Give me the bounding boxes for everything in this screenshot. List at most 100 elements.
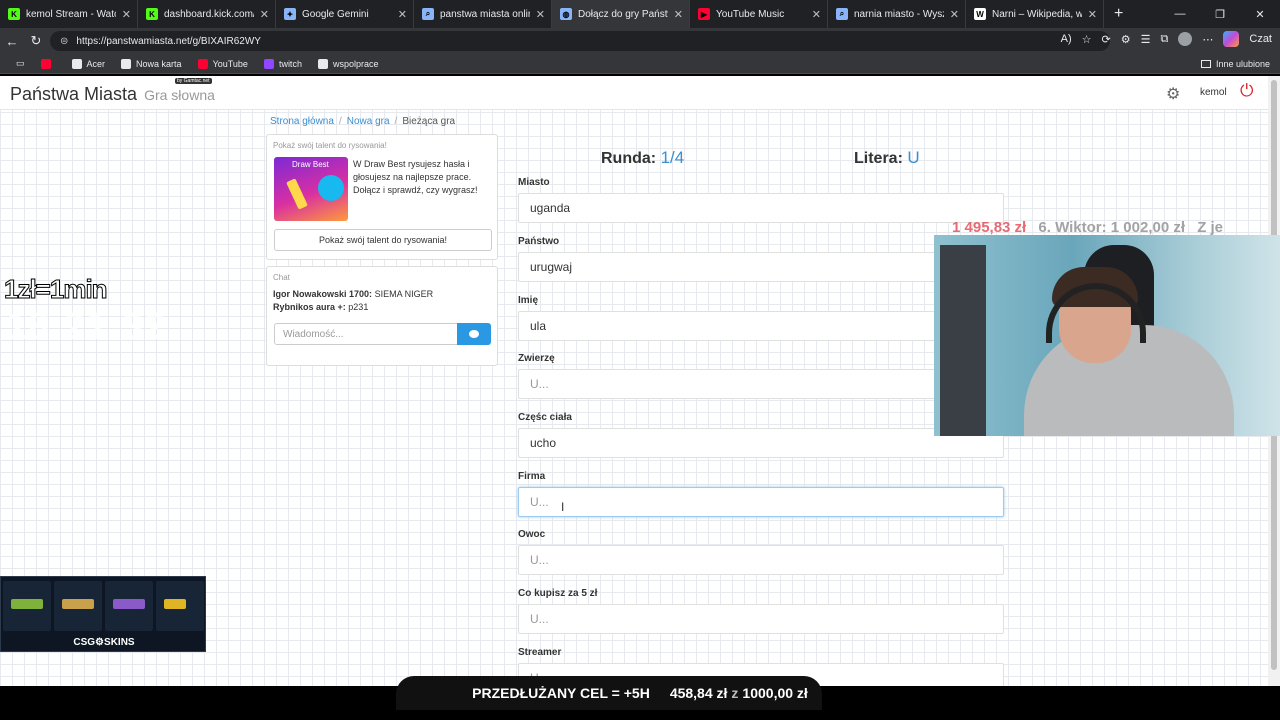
tab-close-icon[interactable]: ✕: [536, 8, 545, 21]
site-info-icon[interactable]: ⊜: [60, 36, 68, 47]
brand-tag: by Gamtac.net: [175, 78, 212, 84]
tab-favicon-icon: W: [974, 8, 986, 20]
reload-icon[interactable]: ↻: [24, 33, 48, 49]
tab-close-icon[interactable]: ✕: [1088, 8, 1097, 21]
favorites-icon[interactable]: ☰: [1141, 33, 1151, 46]
refresh-extension-icon[interactable]: ⟳: [1102, 33, 1111, 46]
copilot-label[interactable]: Czat: [1249, 33, 1272, 45]
bookmark-item[interactable]: wspolprace: [317, 58, 378, 69]
browser-tab[interactable]: ⌕ narnia miasto - Wyszukaj ✕: [828, 0, 966, 28]
goal-target: 1000,00 zł: [742, 685, 808, 701]
site-brand[interactable]: Państwa Miasta Gra słowna: [10, 84, 215, 105]
answer-input[interactable]: U...: [518, 369, 1004, 399]
breadcrumb: Strona główna / Nowa gra / Bieżąca gra: [270, 116, 456, 127]
tab-close-icon[interactable]: ✕: [950, 8, 959, 21]
tab-favicon-icon: K: [146, 8, 158, 20]
tab-favicon-icon: ▶: [698, 8, 710, 20]
url-input[interactable]: ⊜ https://panstwamiasta.net/g/BIXAIR62WY: [50, 31, 1110, 51]
tab-title: dashboard.kick.com/stream: [164, 8, 254, 20]
draw-best-label: Draw Best: [292, 160, 329, 169]
folder-icon: [1200, 59, 1211, 68]
answer-input[interactable]: urugwaj: [518, 252, 1004, 282]
field-label: Państwo: [518, 236, 560, 247]
webcam-overlay: [934, 235, 1280, 436]
tab-close-icon[interactable]: ✕: [398, 8, 407, 21]
browser-tab[interactable]: ⌕ panstwa miasta online - Wys ✕: [414, 0, 552, 28]
restore-icon[interactable]: ❐: [1200, 8, 1240, 21]
minimize-icon[interactable]: —: [1160, 8, 1200, 20]
breadcrumb-new-game[interactable]: Nowa gra: [347, 116, 390, 127]
answer-input[interactable]: ucho: [518, 428, 1004, 458]
bookmark-item[interactable]: twitch: [263, 58, 302, 69]
copilot-icon[interactable]: [1223, 31, 1240, 47]
other-bookmarks[interactable]: Inne ulubione: [1200, 59, 1270, 69]
answer-input[interactable]: uganda: [518, 193, 1004, 223]
browser-tab[interactable]: W Narni – Wikipedia, wolna en ✕: [966, 0, 1104, 28]
brand-title: Państwa Miasta: [10, 84, 138, 104]
tab-close-icon[interactable]: ✕: [122, 8, 131, 21]
browser-tab[interactable]: ◍ Dołącz do gry Państwa Mias ✕: [552, 0, 690, 28]
tab-favicon-icon: K: [8, 8, 20, 20]
field-label: Streamer: [518, 647, 562, 658]
tab-title: YouTube Music: [716, 8, 785, 20]
bookmark-item[interactable]: [40, 58, 56, 69]
username[interactable]: kemol: [1200, 87, 1227, 98]
chat-send-button[interactable]: [457, 323, 491, 345]
browser-tab[interactable]: ✦ Google Gemini ✕: [276, 0, 414, 28]
promo-button[interactable]: Pokaż swój talent do rysowania!: [274, 229, 492, 251]
extensions-icon[interactable]: ⚙: [1121, 33, 1131, 46]
chat-bubble-icon: [469, 330, 479, 338]
overlay-rate: 1zł=1min: [4, 274, 109, 305]
tab-favicon-icon: ⌕: [836, 8, 848, 20]
bookmark-item[interactable]: Acer: [71, 58, 105, 69]
tab-bar: Kkemol Stream - Watch Live o✕Kdashboard.…: [0, 0, 1280, 28]
browser-tab[interactable]: Kkemol Stream - Watch Live o ✕: [0, 0, 138, 28]
sidebar-toggle-icon[interactable]: ▭: [16, 58, 25, 69]
profile-avatar[interactable]: [1178, 32, 1193, 46]
breadcrumb-home[interactable]: Strona główna: [270, 116, 334, 127]
new-tab-icon[interactable]: +: [1114, 5, 1123, 23]
browser-tab[interactable]: Kdashboard.kick.com/stream ✕: [138, 0, 276, 28]
field-label: Zwierzę: [518, 353, 555, 364]
close-window-icon[interactable]: ✕: [1240, 8, 1280, 21]
tab-title: kemol Stream - Watch Live o: [26, 8, 116, 20]
collections-icon[interactable]: ⧉: [1161, 33, 1169, 46]
tab-close-icon[interactable]: ✕: [674, 8, 683, 21]
bookmark-item[interactable]: YouTube: [197, 58, 248, 69]
round-indicator: Runda: 1/4: [601, 148, 685, 167]
tab-title: Dołącz do gry Państwa Mias: [578, 8, 668, 20]
more-menu-icon[interactable]: ⋯: [1202, 33, 1213, 46]
goal-current: 458,84 zł: [669, 685, 728, 701]
tab-title: Google Gemini: [302, 8, 369, 20]
bookmark-item[interactable]: Nowa karta: [121, 58, 182, 69]
settings-gear-icon[interactable]: ⚙: [1166, 84, 1180, 104]
browser-tab[interactable]: ▶ YouTube Music ✕: [690, 0, 828, 28]
logout-power-icon[interactable]: ⏻: [1240, 81, 1253, 101]
tab-title: panstwa miasta online - Wys: [440, 8, 530, 20]
answer-input[interactable]: U...: [518, 604, 1004, 634]
tab-close-icon[interactable]: ✕: [812, 8, 821, 21]
chat-message-input[interactable]: Wiadomość...: [274, 323, 458, 345]
paintbrush-icon: [286, 178, 308, 210]
answer-input[interactable]: U...: [518, 487, 1004, 517]
site-navbar: Państwa Miasta Gra słowna by Gamtac.net …: [0, 76, 1268, 110]
draw-best-image[interactable]: Draw Best: [274, 157, 348, 221]
field-label: Miasto: [518, 177, 550, 188]
answer-input[interactable]: ula: [518, 311, 1004, 341]
youtube-icon: [197, 58, 208, 69]
chat-message: Rybnikos aura +: p231: [273, 302, 369, 312]
chat-message: Igor Nowakowski 1700: SIEMA NIGER: [273, 289, 434, 299]
youtube-icon: [40, 58, 51, 69]
field-label: Co kupisz za 5 zł: [518, 588, 598, 599]
answer-input[interactable]: U...: [518, 545, 1004, 575]
field-label: Częśc ciała: [518, 412, 572, 423]
tab-title: Narni – Wikipedia, wolna en: [992, 8, 1082, 20]
bookmarks-bar: ▭ Acer Nowa karta YouTube twitch wspolprace …: [0, 54, 1280, 74]
read-aloud-icon[interactable]: A): [1061, 33, 1072, 45]
overlay-clock: 18:21:32: [6, 306, 167, 348]
favorite-star-icon[interactable]: ☆: [1082, 33, 1092, 46]
tab-close-icon[interactable]: ✕: [260, 8, 269, 21]
brand-subtitle: Gra słowna: [144, 87, 215, 103]
goal-bar-text: PRZEDŁUŻANY CEL = +5H 458,84 zł z 1000,00 z…: [472, 685, 808, 701]
back-icon[interactable]: ←: [0, 34, 24, 49]
